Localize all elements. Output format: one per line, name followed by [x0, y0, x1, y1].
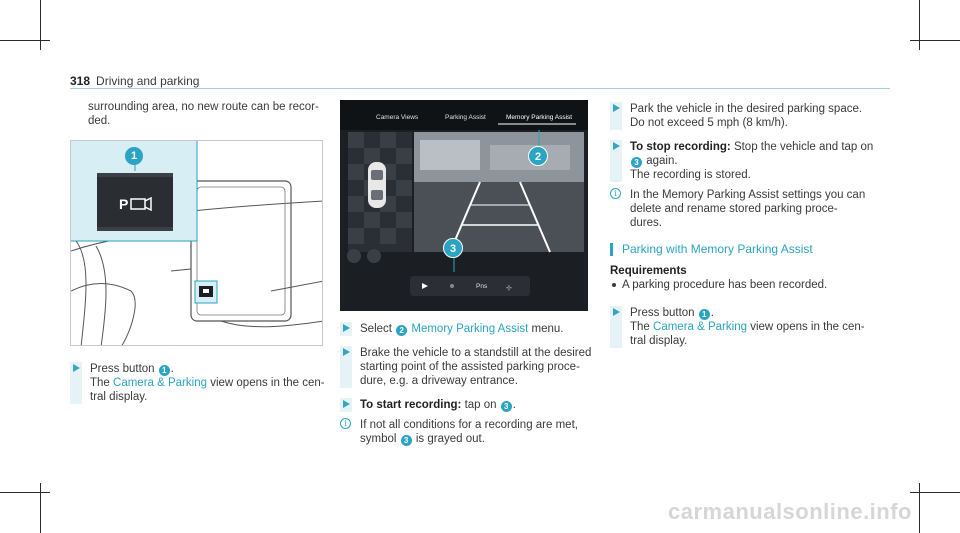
screen-bottom-label: Pns [476, 283, 488, 290]
svg-text:P: P [119, 196, 128, 212]
screen-tab-memory-parking-assist[interactable]: Memory Parking Assist [506, 111, 572, 125]
step-text: tral display. [630, 335, 688, 347]
info-note: i In the Memory Parking Assist settings … [610, 188, 900, 230]
step-text: . [512, 399, 516, 411]
step-text: The [90, 377, 110, 389]
step-text: . [710, 307, 714, 319]
svg-text:⊹: ⊹ [506, 285, 512, 292]
step-text: The [630, 321, 650, 333]
intro-text: surrounding area, no new route can be re… [88, 101, 319, 127]
step-arrow-icon [343, 324, 350, 332]
callout-number: 3 [631, 157, 642, 168]
step-arrow-icon [613, 142, 620, 150]
column-3: Park the vehicle in the desired parking … [610, 92, 900, 348]
step-text: . [170, 363, 174, 375]
section-heading: Parking with Memory Parking Assist [610, 242, 900, 256]
step-arrow-icon [613, 308, 620, 316]
crop-mark [919, 0, 920, 50]
step-arrow-icon [73, 364, 80, 372]
step-text: Do not exceed 5 mph (8 km/h). [630, 117, 788, 129]
info-text: is grayed out. [415, 433, 485, 445]
info-icon: i [610, 188, 621, 199]
requirement-item: A parking procedure has been recorded. [610, 278, 900, 292]
step-press-button: Press button 1. The Camera & Parking vie… [70, 362, 330, 404]
column-1: surrounding area, no new route can be re… [88, 100, 328, 128]
step-text: Brake the vehicle to a standstill at the… [360, 347, 592, 359]
info-note: i If not all conditions for a recording … [340, 418, 600, 446]
column-1-steps: Press button 1. The Camera & Parking vie… [70, 352, 330, 404]
page-header: 318 Driving and parking [70, 74, 199, 88]
camera-screen-illustration: ⊹ [340, 100, 588, 311]
screen-tab-parking-assist[interactable]: Parking Assist [445, 111, 486, 125]
info-icon: i [340, 418, 351, 429]
step-park-vehicle: Park the vehicle in the desired parking … [610, 102, 900, 130]
step-text: tral display. [90, 391, 148, 403]
page-number: 318 [70, 74, 91, 88]
step-label: To start recording: [360, 399, 462, 411]
callout-number: 1 [158, 365, 170, 376]
screen-tab-camera-views[interactable]: Camera Views [376, 111, 418, 125]
step-text: view opens in the cen- [210, 377, 325, 389]
figure-callout-1: 1 [125, 147, 143, 165]
callout-number: 3 [400, 435, 412, 446]
screen-callout-2: 2 [528, 146, 548, 166]
info-text: symbol [360, 433, 397, 445]
step-text: Press button [630, 307, 695, 319]
crop-mark [0, 40, 50, 41]
screen-figure: ⊹ Camera Views Parking Assist Memory Par… [340, 100, 588, 311]
callout-number: 3 [500, 401, 512, 412]
watermark: carmanualsonline.info [668, 499, 912, 524]
camera-parking-link[interactable]: Camera & Parking [653, 321, 747, 333]
callout-number: 1 [698, 309, 710, 320]
step-text: The recording is stored. [630, 169, 751, 181]
info-text: delete and rename stored parking proce- [630, 203, 838, 215]
info-text: If not all conditions for a recording ar… [360, 419, 578, 431]
step-text: dure, e.g. a driveway entrance. [360, 375, 518, 387]
crop-mark [910, 40, 960, 41]
step-start-recording: To start recording: tap on 3. [340, 398, 600, 412]
step-brake-vehicle: Brake the vehicle to a standstill at the… [340, 346, 600, 388]
step-text: view opens in the cen- [750, 321, 865, 333]
requirements-label: Requirements [610, 265, 687, 277]
crop-mark [919, 483, 920, 533]
camera-parking-link[interactable]: Camera & Parking [113, 377, 207, 389]
crop-mark [910, 492, 960, 493]
step-arrow-icon [613, 104, 620, 112]
crop-mark [40, 483, 41, 533]
step-text: tap on [464, 399, 497, 411]
step-text: Park the vehicle in the desired parking … [630, 103, 863, 115]
crop-mark [40, 0, 41, 50]
step-text: again. [646, 155, 678, 167]
step-arrow-icon [343, 400, 350, 408]
memory-parking-assist-link[interactable]: Memory Parking Assist [411, 323, 528, 335]
info-text: In the Memory Parking Assist settings yo… [630, 189, 866, 201]
step-text: Stop the vehicle and tap on [733, 141, 874, 153]
screen-callout-3: 3 [443, 238, 463, 258]
step-text: Press button [90, 363, 155, 375]
crop-mark [0, 492, 50, 493]
step-arrow-icon [343, 348, 350, 356]
dashboard-illustration: P [71, 141, 322, 345]
step-press-button: Press button 1. The Camera & Parking vie… [610, 306, 900, 348]
info-text: dures. [630, 217, 662, 229]
header-rule [70, 88, 890, 89]
step-text: starting point of the assisted parking p… [360, 361, 580, 373]
step-stop-recording: To stop recording: Stop the vehicle and … [610, 140, 900, 182]
step-label: To stop recording: [630, 141, 731, 153]
callout-number: 2 [396, 325, 408, 336]
section-title: Driving and parking [96, 74, 200, 88]
column-2-steps: Select 2 Memory Parking Assist menu. Bra… [340, 312, 600, 446]
step-text: Select [360, 323, 392, 335]
step-select-menu: Select 2 Memory Parking Assist menu. [340, 322, 600, 336]
step-text: menu. [531, 323, 564, 335]
dashboard-figure: P 1 [70, 140, 323, 346]
